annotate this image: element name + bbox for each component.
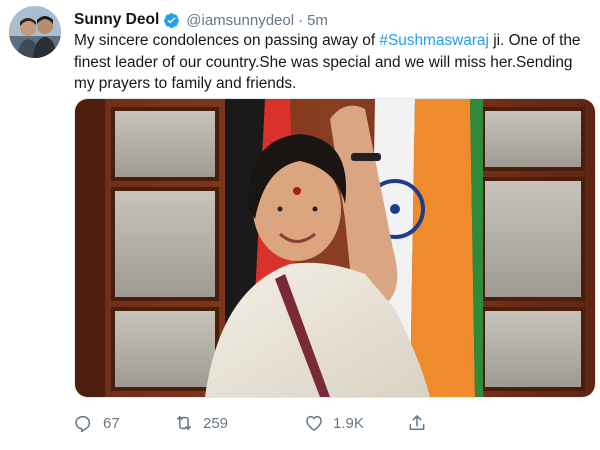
retweet-button[interactable]: 259 — [174, 413, 304, 433]
verified-badge-icon — [163, 12, 180, 29]
author-display-name[interactable]: Sunny Deol — [74, 11, 159, 29]
share-icon — [409, 415, 425, 430]
hashtag-link[interactable]: #Sushmaswaraj — [379, 32, 489, 49]
tweet-card[interactable]: Sunny Deol @iamsunnydeol · 5m My sincere… — [0, 0, 600, 450]
header-separator: · — [298, 11, 304, 29]
like-button[interactable]: 1.9K — [304, 413, 407, 433]
reply-button[interactable]: 67 — [74, 413, 174, 433]
share-button[interactable] — [407, 413, 427, 433]
reply-icon — [75, 416, 91, 433]
tweet-body-text: My sincere condolences on passing away o… — [74, 30, 584, 95]
like-count: 1.9K — [333, 414, 364, 432]
author-handle[interactable]: @iamsunnydeol — [186, 12, 294, 29]
author-avatar[interactable] — [9, 6, 61, 58]
reply-count: 67 — [103, 414, 120, 432]
tweet-photo[interactable] — [74, 98, 596, 398]
tweet-header: Sunny Deol @iamsunnydeol · 5m — [74, 10, 328, 30]
heart-icon — [306, 415, 322, 431]
retweet-icon — [177, 416, 191, 430]
tweet-action-bar: 67 259 1.9K — [74, 408, 427, 438]
tweet-text-part1: My sincere condolences on passing away o… — [74, 32, 380, 49]
tweet-timestamp[interactable]: 5m — [307, 12, 328, 29]
avatar-image — [9, 6, 61, 58]
retweet-count: 259 — [203, 414, 229, 432]
photo-image — [75, 99, 595, 397]
